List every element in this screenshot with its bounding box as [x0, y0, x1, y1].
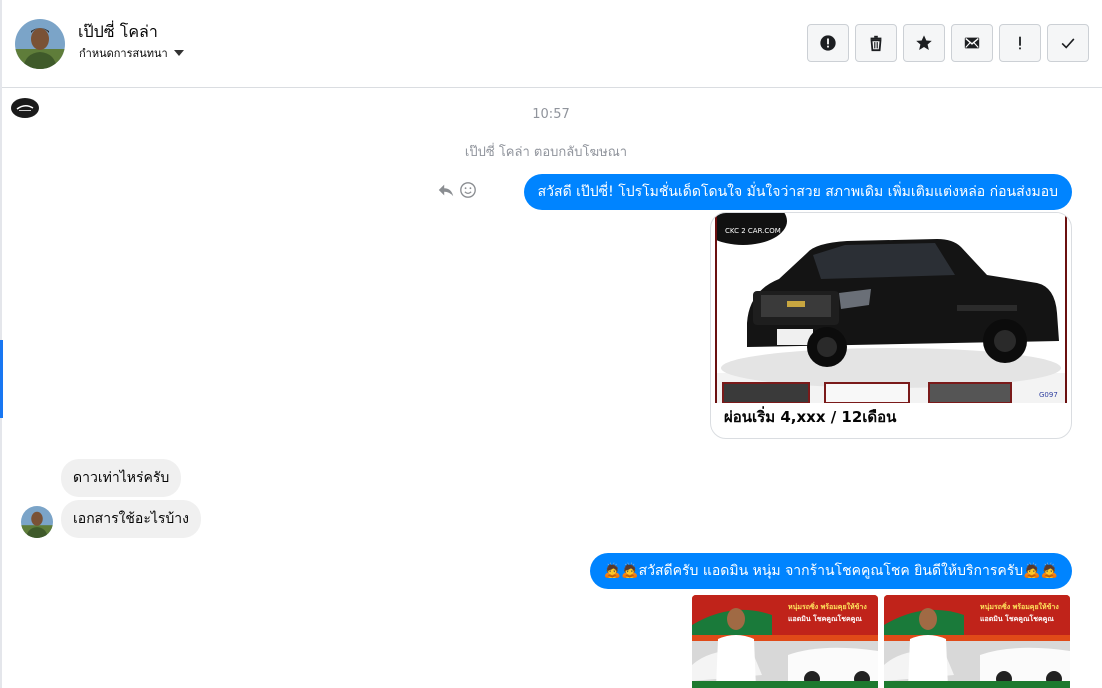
caret-down-icon	[173, 50, 184, 56]
conversation-header: เป๊ปซี่ โคล่า กำหนดการสนทนา	[2, 0, 1102, 88]
report-button[interactable]	[807, 24, 849, 62]
contact-name[interactable]: เป๊ปซี่ โคล่า	[78, 20, 158, 45]
emoji-icon[interactable]	[459, 181, 477, 199]
card-code: G097	[1039, 391, 1058, 399]
message-tools	[437, 181, 477, 199]
schedule-dropdown[interactable]: กำหนดการสนทนา	[79, 44, 184, 62]
ad-reply-note: เป๊ปซี่ โคล่า ตอบกลับโฆษณา	[464, 145, 628, 160]
promo-headline: หนุ่มรถซิ่ง พร้อมคุยให้ข้าง	[980, 601, 1059, 611]
reply-icon[interactable]	[437, 181, 455, 199]
done-button[interactable]	[1047, 24, 1089, 62]
alert-circle-icon	[820, 35, 836, 51]
outgoing-message[interactable]: สวัสดี เป๊ปซี่! โปรโมชั่นเด็ดโดนใจ มั่นใ…	[523, 174, 1072, 210]
outgoing-message[interactable]: 🙇🙇สวัสดีครับ แอดมิน หนุ่ม จากร้านโชคคูณโ…	[589, 553, 1072, 589]
incoming-message[interactable]: เอกสารใช้อะไรบ้าง	[61, 500, 202, 538]
promo-image[interactable]: หนุ่มรถซิ่ง พร้อมคุยให้ข้าง แอดมิน โชคคู…	[884, 595, 1070, 688]
card-logo-text: CKC 2 CAR.COM	[725, 227, 781, 235]
delete-button[interactable]	[855, 24, 897, 62]
message-timestamp: 10:57	[532, 107, 570, 122]
ad-card[interactable]: CKC 2 CAR.COM G097 ผ่อนเริ่ม 4,xxx / 12เ…	[710, 212, 1072, 439]
promo-subline: แอดมิน โชคคูณโชคคูณ	[788, 614, 862, 624]
star-icon	[916, 35, 932, 51]
promo-subline: แอดมิน โชคคูณโชคคูณ	[980, 614, 1054, 624]
promo-headline: หนุ่มรถซิ่ง พร้อมคุยให้ข้าง	[788, 601, 867, 611]
ad-card-image: CKC 2 CAR.COM G097	[715, 213, 1067, 403]
contact-avatar[interactable]	[15, 19, 65, 69]
trash-icon	[870, 35, 882, 52]
header-actions	[807, 24, 1089, 62]
star-button[interactable]	[903, 24, 945, 62]
active-thread-indicator	[0, 340, 3, 418]
ad-card-caption: ผ่อนเริ่ม 4,xxx / 12เดือน	[724, 408, 897, 426]
exclamation-icon	[1019, 36, 1021, 50]
promo-image[interactable]: หนุ่มรถซิ่ง พร้อมคุยให้ข้าง แอดมิน โชคคู…	[692, 595, 878, 688]
important-button[interactable]	[999, 24, 1041, 62]
contact-avatar-small[interactable]	[21, 506, 53, 538]
check-icon	[1061, 38, 1075, 49]
mark-unread-button[interactable]	[951, 24, 993, 62]
schedule-label: กำหนดการสนทนา	[79, 47, 168, 60]
envelope-icon	[964, 37, 980, 49]
incoming-message[interactable]: ดาวเท่าไหร่ครับ	[61, 459, 182, 497]
